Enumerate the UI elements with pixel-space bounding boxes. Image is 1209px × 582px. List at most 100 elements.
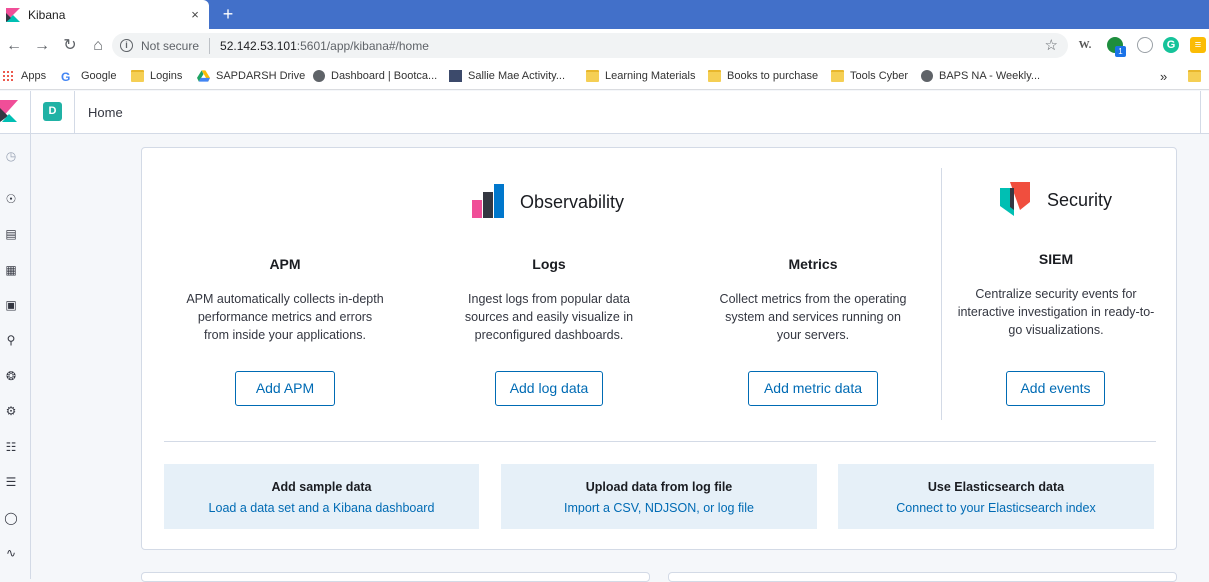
siem-icon[interactable]: ∿ <box>3 545 19 561</box>
solution-siem: SIEM Centralize security events for inte… <box>956 251 1156 339</box>
folder-icon <box>831 70 844 82</box>
info-icon[interactable]: i <box>120 39 133 52</box>
address-bar[interactable]: i Not secure 52.142.53.101:5601/app/kiba… <box>112 33 1068 58</box>
uptime-icon[interactable]: ◯ <box>3 510 19 526</box>
back-arrow-icon[interactable]: ← <box>0 32 28 60</box>
kibana-header: D Home <box>0 91 1209 134</box>
extension-w-icon[interactable]: W. <box>1077 37 1093 53</box>
url-host[interactable]: 52.142.53.101 <box>220 39 297 53</box>
bookmark-label: SAPDARSH Drive <box>216 70 306 82</box>
infrastructure-icon[interactable]: ⚙ <box>3 403 19 419</box>
side-nav: ◷ ☉ ▤ ▦ ▣ ⚲ ❂ ⚙ ☷ ☰ ◯ ∿ <box>0 134 31 579</box>
security-title: Security <box>1047 190 1113 210</box>
reload-icon[interactable]: ↻ <box>56 32 84 60</box>
bookmark-label: BAPS NA - Weekly... <box>939 70 1041 82</box>
new-tab-button[interactable]: + <box>218 4 238 24</box>
observability-title: Observability <box>520 192 625 212</box>
folder-icon <box>708 70 721 82</box>
space-avatar[interactable]: D <box>43 102 62 121</box>
card-link[interactable]: Load a data set and a Kibana dashboard <box>209 501 435 515</box>
maps-icon[interactable]: ⚲ <box>3 332 19 348</box>
bookmark-star-icon[interactable]: ☆ <box>1045 36 1058 54</box>
security-logo-icon <box>1000 182 1030 216</box>
apps-grid-icon <box>2 70 15 82</box>
tab-title: Kibana <box>28 7 66 22</box>
bookmark-sapdarsh-drive[interactable]: SAPDARSH Drive <box>197 68 305 84</box>
lower-panel-left <box>141 572 650 582</box>
solution-title: SIEM <box>1038 251 1074 267</box>
solution-description: Ingest logs from popular data sources an… <box>464 292 634 342</box>
bookmark-label: Logins <box>150 70 183 82</box>
extension-menu-icon[interactable]: ≡ <box>1190 37 1206 53</box>
bookmark-sallie-mae[interactable]: Sallie Mae Activity... <box>449 68 565 84</box>
header-divider <box>30 91 31 134</box>
card-title: Use Elasticsearch data <box>927 480 1065 494</box>
browser-toolbar: ← → ↻ ⌂ i Not secure 52.142.53.101:5601/… <box>0 29 1209 62</box>
folder-icon <box>1188 70 1201 82</box>
bookmark-baps-na[interactable]: BAPS NA - Weekly... <box>921 68 1040 84</box>
add-sample-data-card[interactable]: Add sample data Load a data set and a Ki… <box>164 464 479 529</box>
globe-icon <box>313 70 325 82</box>
extension-circle-icon[interactable] <box>1137 37 1153 53</box>
add-events-button[interactable]: Add events <box>1006 371 1105 406</box>
bookmark-apps[interactable]: Apps <box>2 68 46 84</box>
bookmark-label: Apps <box>21 70 47 82</box>
bookmarks-bar: Apps G Google Logins SAPDARSH Drive Dash… <box>0 62 1209 90</box>
solution-title: APM <box>269 256 301 272</box>
folder-icon <box>131 70 144 82</box>
card-title: Add sample data <box>271 480 372 494</box>
ml-icon[interactable]: ❂ <box>3 368 19 384</box>
home-icon[interactable]: ⌂ <box>84 32 112 60</box>
solution-apm: APM APM automatically collects in-depth … <box>185 256 385 344</box>
grammarly-icon[interactable]: G <box>1163 37 1179 53</box>
globe-icon <box>921 70 933 82</box>
recent-clock-icon[interactable]: ◷ <box>3 148 19 164</box>
forward-arrow-icon[interactable]: → <box>28 32 56 60</box>
visualize-chart-icon[interactable]: ▤ <box>3 226 19 242</box>
kibana-logo-icon[interactable] <box>0 100 18 122</box>
group-divider <box>941 168 942 420</box>
solution-metrics: Metrics Collect metrics from the operati… <box>713 256 913 344</box>
other-bookmarks-folder[interactable] <box>1188 68 1207 84</box>
solution-title: Logs <box>532 256 566 272</box>
not-secure-label[interactable]: Not secure <box>141 39 199 53</box>
bookmarks-overflow-button[interactable]: » <box>1160 68 1167 84</box>
add-apm-button[interactable]: Add APM <box>235 371 335 406</box>
solution-description: Centralize security events for interacti… <box>957 287 1155 337</box>
bookmark-dashboard-bootcamp[interactable]: Dashboard | Bootca... <box>313 68 437 84</box>
canvas-icon[interactable]: ▣ <box>3 297 19 313</box>
add-log-data-button[interactable]: Add log data <box>495 371 603 406</box>
bookmark-learning-materials[interactable]: Learning Materials <box>586 68 696 84</box>
url-path[interactable]: :5601/app/kibana#/home <box>297 39 429 53</box>
google-drive-icon <box>197 70 210 82</box>
add-metric-data-button[interactable]: Add metric data <box>748 371 878 406</box>
dashboard-icon[interactable]: ▦ <box>3 262 19 278</box>
upload-log-file-card[interactable]: Upload data from log file Import a CSV, … <box>501 464 817 529</box>
solution-description: APM automatically collects in-depth perf… <box>186 292 384 342</box>
bookmark-label: Tools Cyber <box>850 70 909 82</box>
bookmark-tools-cyber[interactable]: Tools Cyber <box>831 68 908 84</box>
card-link[interactable]: Connect to your Elasticsearch index <box>896 501 1095 515</box>
bookmark-logins[interactable]: Logins <box>131 68 182 84</box>
breadcrumb-home: Home <box>88 105 123 120</box>
folder-icon <box>586 70 599 82</box>
google-g-icon: G <box>61 70 71 84</box>
browser-tab-kibana[interactable]: Kibana × <box>0 0 209 29</box>
discover-compass-icon[interactable]: ☉ <box>3 191 19 207</box>
solution-logs: Logs Ingest logs from popular data sourc… <box>449 256 649 344</box>
bookmark-label: Dashboard | Bootca... <box>331 70 438 82</box>
apm-icon[interactable]: ☰ <box>3 474 19 490</box>
extension-badge: 1 <box>1115 46 1126 57</box>
logs-icon[interactable]: ☷ <box>3 439 19 455</box>
observability-logo-icon <box>472 184 504 218</box>
add-data-panel: Observability APM APM automatically coll… <box>141 147 1177 550</box>
bookmark-google[interactable]: G Google <box>61 68 116 84</box>
card-link[interactable]: Import a CSV, NDJSON, or log file <box>564 501 754 515</box>
bookmark-books-to-purchase[interactable]: Books to purchase <box>708 68 818 84</box>
bookmark-label: Books to purchase <box>727 70 819 82</box>
close-tab-icon[interactable]: × <box>187 7 203 23</box>
solution-description: Collect metrics from the operating syste… <box>719 292 907 342</box>
browser-tabstrip: Kibana × + <box>0 0 1209 29</box>
use-elasticsearch-card[interactable]: Use Elasticsearch data Connect to your E… <box>838 464 1154 529</box>
kibana-favicon-icon <box>6 7 20 22</box>
